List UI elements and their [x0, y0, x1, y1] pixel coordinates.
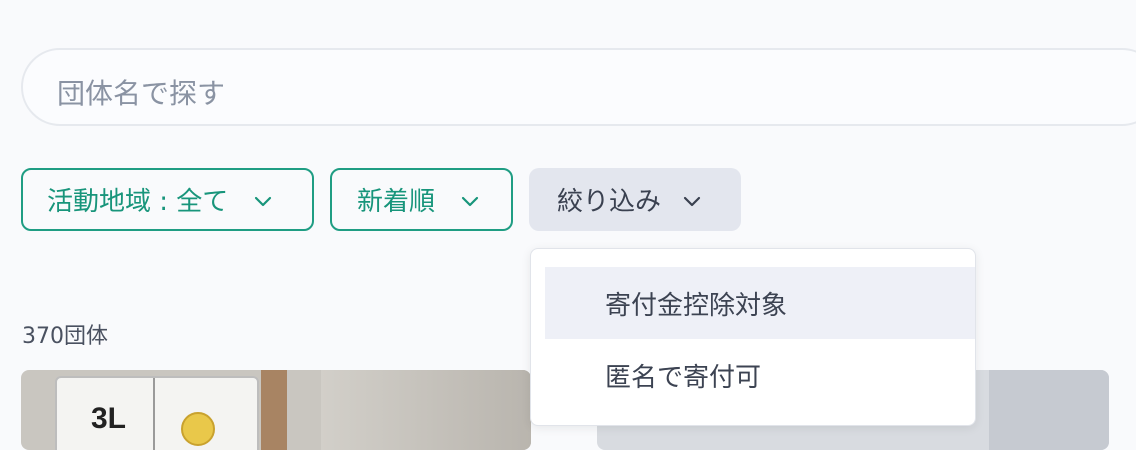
coin-icon: [181, 412, 215, 446]
sort-label: 新着順: [357, 187, 436, 217]
menu-item-label: 寄付金控除対象: [605, 290, 788, 321]
wood-frame: [261, 370, 287, 450]
organization-card-image[interactable]: 3L: [21, 370, 531, 450]
search-input[interactable]: 団体名で探す: [21, 48, 1136, 126]
menu-item-anonymous-donation[interactable]: 匿名で寄付可: [545, 339, 975, 411]
sort-button[interactable]: 新着順: [330, 168, 513, 231]
sign-paper: 3L: [55, 376, 259, 450]
narrow-down-label: 絞り込み: [557, 187, 662, 217]
narrow-down-menu: 寄付金控除対象 匿名で寄付可: [530, 248, 976, 426]
region-filter-button[interactable]: 活動地域 : 全て: [21, 168, 314, 231]
results-count: 370団体: [22, 324, 108, 349]
region-filter-label: 活動地域 : 全て: [47, 187, 229, 217]
chevron-down-icon: [254, 185, 272, 215]
chevron-down-icon: [461, 185, 479, 215]
sign-label: 3L: [91, 402, 127, 435]
menu-item-tax-deductible[interactable]: 寄付金控除対象: [545, 267, 975, 339]
chevron-down-icon: [683, 185, 701, 215]
search-placeholder: 団体名で探す: [57, 77, 226, 110]
background-blur: [321, 370, 531, 450]
menu-item-label: 匿名で寄付可: [605, 362, 762, 393]
narrow-down-button[interactable]: 絞り込み: [529, 168, 741, 231]
